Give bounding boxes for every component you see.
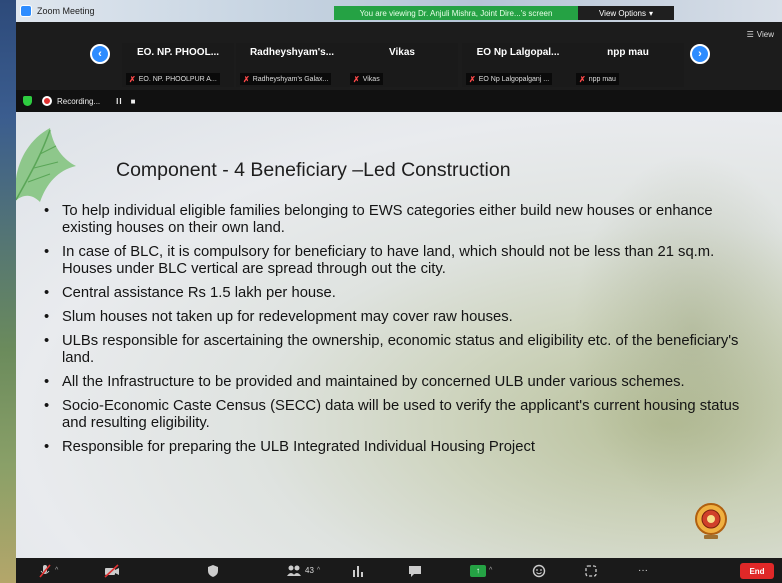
participant-tile[interactable]: EO Np Lalgopal... ✗ EO Np Lalgopalganj .… xyxy=(462,43,574,87)
bullet-item: Central assistance Rs 1.5 lakh per house… xyxy=(42,285,758,302)
recording-bar: Recording... II ■ xyxy=(16,90,782,112)
participant-name: Radheyshyam's... xyxy=(249,47,335,58)
polls-icon xyxy=(353,565,363,577)
mic-off-icon: ✗ xyxy=(353,74,360,84)
participant-gallery: ‹ EO. NP. PHOOL... ✗ EO. NP. PHOOLPUR A.… xyxy=(16,22,782,90)
participant-label: ✗ Vikas xyxy=(350,73,383,85)
slide-bullet-list: To help individual eligible families bel… xyxy=(42,203,758,463)
participant-label-text: Radheyshyam's Galax... xyxy=(252,75,329,83)
bullet-item: Socio-Economic Caste Census (SECC) data … xyxy=(42,398,758,432)
view-options-label: View Options xyxy=(598,8,646,18)
participant-label-text: EO. NP. PHOOLPUR A... xyxy=(138,75,217,83)
video-button[interactable] xyxy=(104,562,120,579)
participant-tile[interactable]: Vikas ✗ Vikas xyxy=(346,43,458,87)
gallery-next-button[interactable]: › xyxy=(690,44,710,64)
meeting-toolbar: ^ 43 ^ ↑ ^ ··· End xyxy=(16,558,782,583)
mic-off-icon: ✗ xyxy=(579,74,586,84)
participant-tile[interactable]: EO. NP. PHOOL... ✗ EO. NP. PHOOLPUR A... xyxy=(122,43,234,87)
chevron-left-icon: ‹ xyxy=(98,48,102,60)
end-meeting-button[interactable]: End xyxy=(740,563,774,579)
mic-off-icon: ✗ xyxy=(243,74,250,84)
participants-count: 43 xyxy=(305,566,314,575)
participant-tile[interactable]: Radheyshyam's... ✗ Radheyshyam's Galax..… xyxy=(236,43,348,87)
background-strip xyxy=(0,0,16,583)
window-title: Zoom Meeting xyxy=(37,6,95,16)
viewing-text: You are viewing Dr. Anjuli Mishra, Joint… xyxy=(359,8,553,18)
chevron-down-icon: ▾ xyxy=(648,8,653,18)
shield-icon xyxy=(23,96,32,106)
gallery-prev-button[interactable]: ‹ xyxy=(90,44,110,64)
participant-name: EO Np Lalgopal... xyxy=(476,47,560,58)
participant-label: ✗ EO. NP. PHOOLPUR A... xyxy=(126,73,220,85)
security-icon xyxy=(208,564,218,577)
participant-label-text: EO Np Lalgopalganj ... xyxy=(478,75,550,83)
apps-button[interactable] xyxy=(584,562,598,579)
emblem-logo xyxy=(695,503,727,539)
security-button[interactable] xyxy=(206,562,220,579)
participant-label-text: npp mau xyxy=(588,75,616,83)
bullet-item: To help individual eligible families bel… xyxy=(42,203,758,237)
reactions-icon xyxy=(532,564,546,577)
video-off-icon xyxy=(104,563,119,578)
slide-title: Component - 4 Beneficiary –Led Construct… xyxy=(116,159,511,181)
zoom-app-icon xyxy=(20,5,32,17)
share-screen-icon: ↑ xyxy=(470,564,486,577)
grid-icon: ☰ xyxy=(746,30,754,39)
apps-icon xyxy=(585,564,597,577)
view-menu-button[interactable]: ☰ View xyxy=(747,30,774,39)
participant-label: ✗ EO Np Lalgopalganj ... xyxy=(466,73,553,85)
recording-label: Recording... xyxy=(57,96,101,106)
mic-off-icon: ✗ xyxy=(469,74,476,84)
share-screen-button[interactable]: ↑ ^ xyxy=(470,562,492,579)
bullet-item: All the Infrastructure to be provided an… xyxy=(42,374,758,391)
chat-button[interactable] xyxy=(408,562,422,579)
more-icon: ··· xyxy=(638,565,648,576)
view-menu-label: View xyxy=(756,30,774,39)
reactions-button[interactable] xyxy=(532,562,546,579)
end-label: End xyxy=(749,566,765,576)
participants-icon xyxy=(287,565,301,576)
bullet-item: Responsible for preparing the ULB Integr… xyxy=(42,439,758,456)
record-icon xyxy=(42,96,52,106)
participant-label: ✗ npp mau xyxy=(576,73,619,85)
participants-button[interactable]: 43 ^ xyxy=(286,562,320,579)
bullet-item: ULBs responsible for ascertaining the ow… xyxy=(42,333,758,367)
caret-icon: ^ xyxy=(316,567,321,574)
polls-button[interactable] xyxy=(352,562,364,579)
bullet-item: Slum houses not taken up for redevelopme… xyxy=(42,309,758,326)
chevron-right-icon: › xyxy=(698,48,702,60)
mic-off-icon: ✗ xyxy=(129,74,136,84)
chat-icon xyxy=(409,565,421,577)
participant-name: Vikas xyxy=(389,47,415,58)
caret-icon: ^ xyxy=(55,567,59,574)
viewing-screen-banner: You are viewing Dr. Anjuli Mishra, Joint… xyxy=(334,6,578,20)
view-options-button[interactable]: View Options ▾ xyxy=(578,6,674,20)
mute-button[interactable]: ^ xyxy=(38,562,58,579)
mute-icon xyxy=(39,563,51,578)
participant-label-text: Vikas xyxy=(362,75,380,83)
caret-icon: ^ xyxy=(489,567,493,574)
more-button[interactable]: ··· xyxy=(638,562,648,579)
bullet-item: In case of BLC, it is compulsory for ben… xyxy=(42,244,758,278)
participant-name: EO. NP. PHOOL... xyxy=(136,47,220,58)
participant-name: npp mau xyxy=(607,47,649,58)
shared-screen-slide: Component - 4 Beneficiary –Led Construct… xyxy=(16,112,782,558)
pause-recording-button[interactable]: II xyxy=(116,97,122,106)
leaf-decoration xyxy=(16,128,76,202)
stop-recording-button[interactable]: ■ xyxy=(131,97,137,106)
participant-tile[interactable]: npp mau ✗ npp mau xyxy=(572,43,684,87)
participant-label: ✗ Radheyshyam's Galax... xyxy=(240,73,332,85)
zoom-window: Zoom Meeting You are viewing Dr. Anjuli … xyxy=(0,0,782,583)
